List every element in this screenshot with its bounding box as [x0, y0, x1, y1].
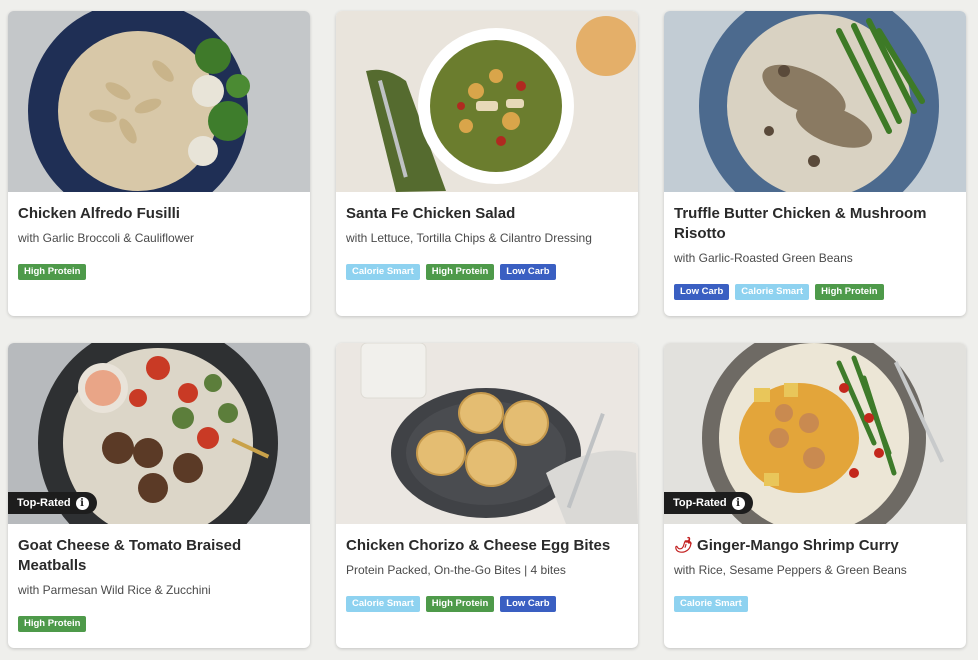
info-icon[interactable]: i	[75, 496, 89, 510]
meal-subtitle: with Rice, Sesame Peppers & Green Beans	[674, 563, 907, 577]
tag-calorie-smart: Calorie Smart	[346, 596, 420, 612]
info-icon[interactable]: i	[731, 496, 745, 510]
tag-high-protein: High Protein	[18, 616, 87, 632]
tag-list: High Protein	[18, 264, 300, 280]
meal-image	[336, 343, 638, 524]
tag-list: High Protein	[18, 616, 300, 632]
meal-subtitle: with Parmesan Wild Rice & Zucchini	[18, 583, 211, 597]
meal-card[interactable]: Santa Fe Chicken Salad with Lettuce, Tor…	[336, 11, 638, 316]
tag-high-protein: High Protein	[815, 284, 884, 300]
tag-list: Calorie Smart High Protein Low Carb	[346, 596, 628, 612]
tag-list: Low Carb Calorie Smart High Protein	[674, 284, 956, 300]
tag-list: Calorie Smart High Protein Low Carb	[346, 264, 628, 280]
meal-card[interactable]: Top-Rated i 🌶 Ginger-Mango Shrimp Curry w…	[664, 343, 966, 648]
meal-title: Santa Fe Chicken Salad	[346, 205, 516, 222]
meal-title-text: Ginger-Mango Shrimp Curry	[697, 537, 899, 554]
meal-image	[664, 11, 966, 192]
meal-card[interactable]: Chicken Alfredo Fusilli with Garlic Broc…	[8, 11, 310, 316]
tag-calorie-smart: Calorie Smart	[346, 264, 420, 280]
meal-image	[8, 11, 310, 192]
meal-subtitle: with Garlic Broccoli & Cauliflower	[18, 231, 195, 245]
badge-label: Top-Rated	[673, 497, 727, 509]
tag-calorie-smart: Calorie Smart	[735, 284, 810, 300]
meal-title: 🌶 Ginger-Mango Shrimp Curry	[674, 536, 956, 556]
meal-subtitle: Protein Packed, On-the-Go Bites | 4 bite…	[346, 563, 566, 577]
meal-subtitle: with Lettuce, Tortilla Chips & Cilantro …	[346, 231, 592, 245]
chili-pepper-icon: 🌶	[674, 537, 694, 554]
meal-subtitle: with Garlic-Roasted Green Beans	[674, 251, 853, 265]
top-rated-badge[interactable]: Top-Rated i	[8, 492, 97, 514]
meal-title: Truffle Butter Chicken & Mushroom Risott…	[674, 205, 927, 242]
tag-calorie-smart: Calorie Smart	[674, 596, 748, 612]
tag-high-protein: High Protein	[18, 264, 87, 280]
meal-title: Chicken Chorizo & Cheese Egg Bites	[346, 537, 611, 554]
meal-title: Chicken Alfredo Fusilli	[18, 205, 180, 222]
tag-high-protein: High Protein	[425, 264, 495, 280]
tag-low-carb: Low Carb	[674, 284, 730, 300]
tag-low-carb: Low Carb	[500, 264, 556, 280]
tag-low-carb: Low Carb	[500, 596, 556, 612]
meal-image: Top-Rated i	[664, 343, 966, 524]
meal-card[interactable]: Top-Rated i Goat Cheese & Tomato Braised…	[8, 343, 310, 648]
meal-image: Top-Rated i	[8, 343, 310, 524]
meal-card[interactable]: Truffle Butter Chicken & Mushroom Risott…	[664, 11, 966, 316]
badge-label: Top-Rated	[17, 497, 71, 509]
top-rated-badge[interactable]: Top-Rated i	[664, 492, 753, 514]
tag-list: Calorie Smart	[674, 596, 956, 612]
meal-title: Goat Cheese & Tomato Braised Meatballs	[18, 537, 242, 574]
meal-image	[336, 11, 638, 192]
tag-high-protein: High Protein	[425, 596, 495, 612]
meal-card[interactable]: Chicken Chorizo & Cheese Egg Bites Prote…	[336, 343, 638, 648]
